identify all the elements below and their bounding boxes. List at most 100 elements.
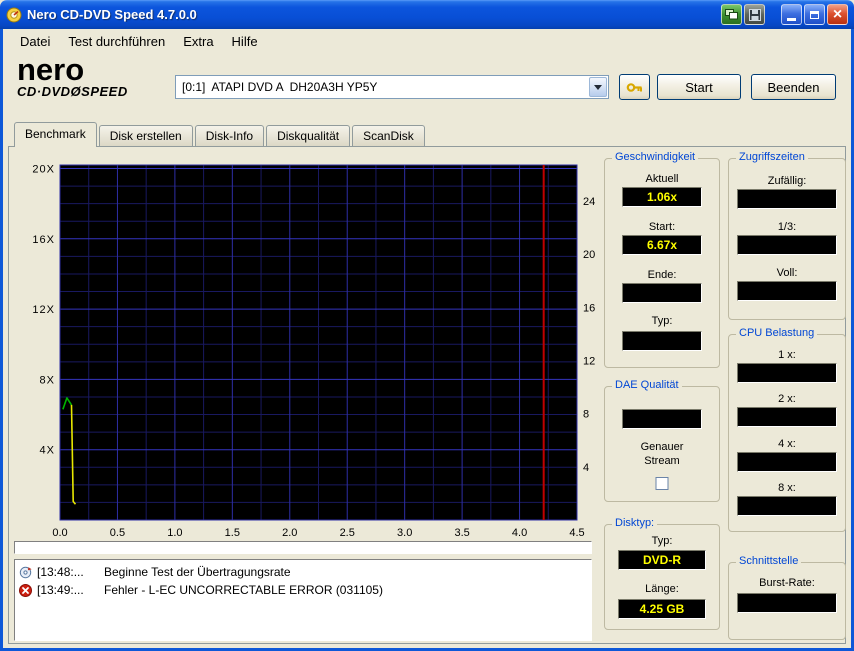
svg-text:4.0: 4.0 [512, 527, 527, 539]
app-icon [6, 7, 22, 23]
value-start: 6.67x [622, 235, 702, 255]
tab-disk-info[interactable]: Disk-Info [194, 125, 265, 146]
value-zufaellig [737, 189, 837, 209]
label-genauer: Genauer [640, 441, 684, 453]
nero-logo: nero CD·DVDØSPEED [17, 52, 128, 99]
label-start: Start: [648, 221, 676, 233]
svg-text:4: 4 [583, 462, 589, 474]
label-4x: 4 x: [778, 438, 796, 450]
log-entry-message: Fehler - L-EC UNCORRECTABLE ERROR (03110… [104, 583, 383, 597]
log-panel: [13:48:... Beginne Test der Übertragungs… [14, 559, 592, 641]
capture-icon [725, 9, 738, 20]
label-aktuell: Aktuell [645, 173, 679, 185]
app-window: Nero CD-DVD Speed 4.7.0.0 × Datei Test d… [0, 0, 854, 651]
panel-title: Geschwindigkeit [612, 151, 699, 163]
window-controls: × [721, 4, 848, 25]
value-8x [737, 496, 837, 516]
minimize-button[interactable] [781, 4, 802, 25]
logo-line1: nero [17, 52, 85, 87]
panel-geschwindigkeit: Geschwindigkeit Aktuell 1.06x Start: 6.6… [604, 151, 720, 368]
value-laenge: 4.25 GB [618, 599, 706, 619]
tab-disk-erstellen[interactable]: Disk erstellen [98, 125, 193, 146]
panel-title: Zugriffszeiten [736, 151, 808, 163]
log-entry-message: Beginne Test der Übertragungsrate [104, 565, 291, 579]
menu-datei[interactable]: Datei [11, 31, 59, 52]
menu-test-durchfuehren[interactable]: Test durchführen [59, 31, 174, 52]
panel-title: DAE Qualität [612, 379, 682, 391]
label-voll: Voll: [776, 267, 798, 279]
svg-text:20X: 20X [32, 164, 55, 176]
log-error-icon [19, 583, 32, 597]
svg-text:0.0: 0.0 [52, 527, 67, 539]
log-entry-time: [13:48:... [37, 565, 84, 579]
log-entry-time: [13:49:... [37, 583, 84, 597]
menu-extra[interactable]: Extra [174, 31, 222, 52]
svg-text:12: 12 [583, 355, 595, 367]
logo-line2: CD·DVDØSPEED [17, 84, 128, 99]
log-entry: [13:49:... Fehler - L-EC UNCORRECTABLE E… [19, 581, 587, 599]
menu-hilfe[interactable]: Hilfe [223, 31, 267, 52]
svg-text:0.5: 0.5 [110, 527, 125, 539]
genauer-stream-checkbox[interactable] [655, 477, 669, 490]
panel-cpu-belastung: CPU Belastung 1 x: 2 x: 4 x: 8 x: [728, 327, 846, 532]
svg-text:2.5: 2.5 [340, 527, 355, 539]
svg-text:1.5: 1.5 [225, 527, 240, 539]
svg-text:8: 8 [583, 409, 589, 421]
drive-selector[interactable]: [0:1] ATAPI DVD A DH20A3H YP5Y [175, 75, 609, 99]
drive-tools-button[interactable] [619, 74, 650, 100]
benchmark-chart: 20X 16X 12X 8X 4X 24 20 16 12 8 4 0.0 0.5 1.0 1.5 2.0 2.… [32, 164, 595, 539]
tab-benchmark[interactable]: Benchmark [14, 122, 97, 147]
label-disk-typ: Typ: [651, 535, 673, 547]
tools-key-icon [626, 80, 643, 95]
quit-button[interactable]: Beenden [751, 74, 836, 100]
svg-text:12X: 12X [32, 304, 55, 316]
tab-diskqualitaet[interactable]: Diskqualität [266, 125, 351, 146]
svg-text:8X: 8X [40, 374, 55, 386]
label-2x: 2 x: [778, 393, 796, 405]
label-stream: Stream [644, 455, 680, 467]
value-typ [622, 331, 702, 351]
maximize-icon [810, 10, 819, 19]
svg-text:16X: 16X [32, 234, 55, 246]
panel-schnittstelle: Schnittstelle Burst-Rate: [728, 555, 846, 640]
combo-dropdown-button[interactable] [589, 77, 607, 97]
svg-text:1.0: 1.0 [167, 527, 182, 539]
label-typ: Typ: [651, 315, 673, 327]
svg-text:3.5: 3.5 [454, 527, 469, 539]
label-one-third: 1/3: [777, 221, 797, 233]
label-laenge: Länge: [645, 583, 679, 595]
panel-title: Schnittstelle [736, 555, 802, 567]
panel-disktyp: Disktyp: Typ: DVD-R Länge: 4.25 GB [604, 517, 720, 630]
tab-strip: Benchmark Disk erstellen Disk-Info Diskq… [14, 122, 427, 147]
value-4x [737, 452, 837, 472]
svg-text:4.5: 4.5 [569, 527, 584, 539]
floppy-icon [748, 8, 761, 21]
maximize-button[interactable] [804, 4, 825, 25]
label-burst-rate: Burst-Rate: [759, 577, 815, 589]
progress-bar [14, 541, 592, 554]
value-ende [622, 283, 702, 303]
svg-text:16: 16 [583, 302, 595, 314]
label-1x: 1 x: [778, 349, 796, 361]
log-start-icon [19, 566, 32, 579]
value-voll [737, 281, 837, 301]
svg-text:24: 24 [583, 196, 595, 208]
value-dae [622, 409, 702, 429]
value-1x [737, 363, 837, 383]
close-button[interactable]: × [827, 4, 848, 25]
save-capture-button[interactable] [744, 4, 765, 25]
start-button[interactable]: Start [657, 74, 741, 100]
panel-title: Disktyp: [612, 517, 658, 529]
svg-text:2.0: 2.0 [282, 527, 297, 539]
tab-scandisk[interactable]: ScanDisk [352, 125, 425, 146]
value-disk-typ: DVD-R [618, 550, 706, 570]
value-2x [737, 407, 837, 427]
drive-selector-value: [0:1] ATAPI DVD A DH20A3H YP5Y [182, 80, 378, 94]
chevron-down-icon [594, 84, 602, 90]
value-aktuell: 1.06x [622, 187, 702, 207]
capture-button[interactable] [721, 4, 742, 25]
panel-dae-qualitaet: DAE Qualität Genauer Stream [604, 379, 720, 502]
log-entry: [13:48:... Beginne Test der Übertragungs… [19, 563, 587, 581]
titlebar[interactable]: Nero CD-DVD Speed 4.7.0.0 × [0, 0, 854, 29]
panel-zugriffszeiten: Zugriffszeiten Zufällig: 1/3: Voll: [728, 151, 846, 320]
